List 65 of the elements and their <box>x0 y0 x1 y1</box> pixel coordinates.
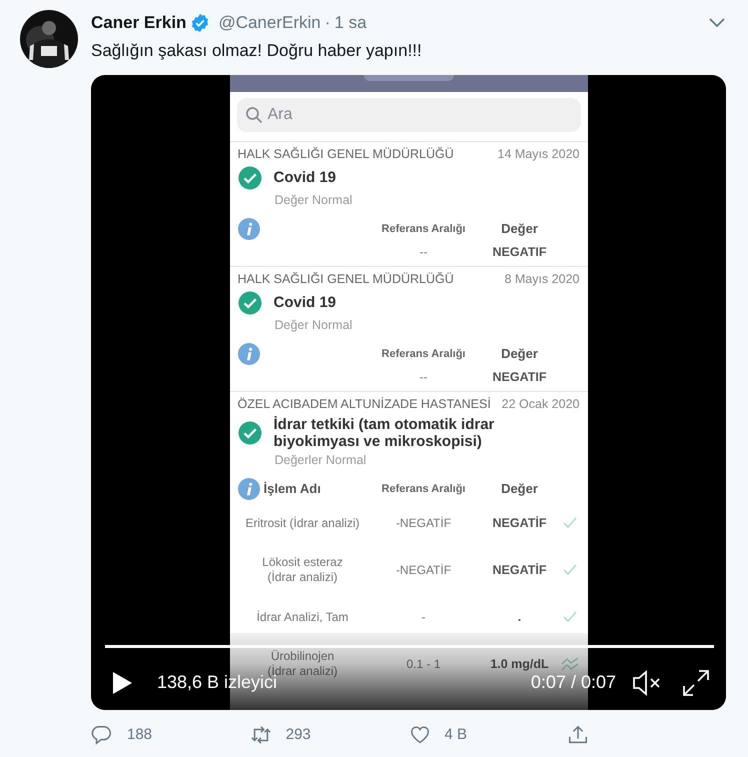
test-name: Lökosit esteraz (İdrar analizi) <box>261 555 344 585</box>
check-circle-icon <box>238 166 262 190</box>
reference-range: -NEGATİF <box>396 516 452 530</box>
timestamp[interactable]: 1 sa <box>334 10 367 36</box>
reference-range: -- <box>420 244 428 258</box>
info-icon[interactable] <box>238 478 260 500</box>
check-icon <box>562 611 576 623</box>
search-icon <box>244 106 262 124</box>
result-value: NEGATIF <box>492 370 546 384</box>
action-count: 188 <box>127 724 152 744</box>
test-title: Covid 19 <box>272 169 336 186</box>
test-status: Değerler Normal <box>274 452 368 468</box>
column-header: Referans Aralığı <box>380 482 466 496</box>
provider-name: HALK SAĞLIĞI GENEL MÜDÜRLÜĞÜ <box>238 270 454 286</box>
action-count: 4 B <box>444 724 468 744</box>
test-status: Değer Normal <box>274 316 354 332</box>
provider-name: ÖZEL ACIBADEM ALTUNİZADE HASTANESİ <box>238 396 491 412</box>
column-header: Referans Aralığı <box>380 222 466 236</box>
record-date: 22 Ocak 2020 <box>502 396 580 412</box>
record-date: 14 Mayıs 2020 <box>498 146 580 162</box>
column-header: Referans Aralığı <box>380 346 466 362</box>
reference-range: - <box>422 610 426 624</box>
test-status: Değer Normal <box>274 192 354 208</box>
separator-dot: · <box>324 12 330 34</box>
test-name: Eritrosit (İdrar analizi) <box>245 516 360 530</box>
retweet-icon[interactable] <box>250 724 272 746</box>
result-value: NEGATIF <box>492 244 546 258</box>
check-icon <box>562 517 576 529</box>
check-icon <box>562 564 576 576</box>
reference-range: -NEGATİF <box>396 562 452 578</box>
search-field[interactable]: Ara <box>236 98 580 132</box>
trend-icon <box>560 657 578 671</box>
share-icon[interactable] <box>567 724 590 746</box>
heart-icon[interactable] <box>408 724 430 746</box>
chevron-down-icon[interactable] <box>708 16 726 29</box>
mute-icon[interactable] <box>632 668 662 698</box>
info-icon[interactable] <box>238 218 260 240</box>
provider-name: HALK SAĞLIĞI GENEL MÜDÜRLÜĞÜ <box>238 146 454 162</box>
reply-icon[interactable] <box>91 724 113 746</box>
check-circle-icon <box>238 290 262 314</box>
record-date: 8 Mayıs 2020 <box>504 270 580 286</box>
reference-range: -- <box>420 370 428 384</box>
test-title: Covid 19 <box>272 294 336 311</box>
user-handle[interactable]: @CanerErkin <box>218 10 321 36</box>
column-header: İşlem Adı <box>264 480 321 496</box>
video-time: 0:07 / 0:07 <box>530 671 616 694</box>
result-value: 1.0 mg/dL <box>490 656 549 672</box>
result-value: NEGATİF <box>492 562 546 578</box>
reference-range: 0.1 - 1 <box>406 656 441 672</box>
result-value: . <box>518 609 522 625</box>
column-header: Değer <box>500 480 539 496</box>
progress-bar[interactable] <box>105 644 714 648</box>
column-header: Değer <box>500 346 539 362</box>
check-circle-icon <box>238 420 262 444</box>
author-name[interactable]: Caner Erkin <box>91 10 186 36</box>
play-icon[interactable] <box>111 670 133 694</box>
test-name: İdrar Analizi, Tam <box>256 610 348 624</box>
test-name: Ürobilinojen (İdrar analizi) <box>267 649 339 678</box>
result-value: NEGATİF <box>492 515 546 531</box>
test-title: İdrar tetkiki (tam otomatik idrar biyokimyası ve mikroskopisi) <box>272 416 496 450</box>
tweet-text: Sağlığın şakası olmaz! Doğru haber yapın!!! <box>91 40 423 62</box>
fullscreen-icon[interactable] <box>682 668 710 696</box>
info-icon[interactable] <box>238 342 260 364</box>
action-count: 293 <box>286 724 311 744</box>
column-header: Değer <box>500 220 539 236</box>
